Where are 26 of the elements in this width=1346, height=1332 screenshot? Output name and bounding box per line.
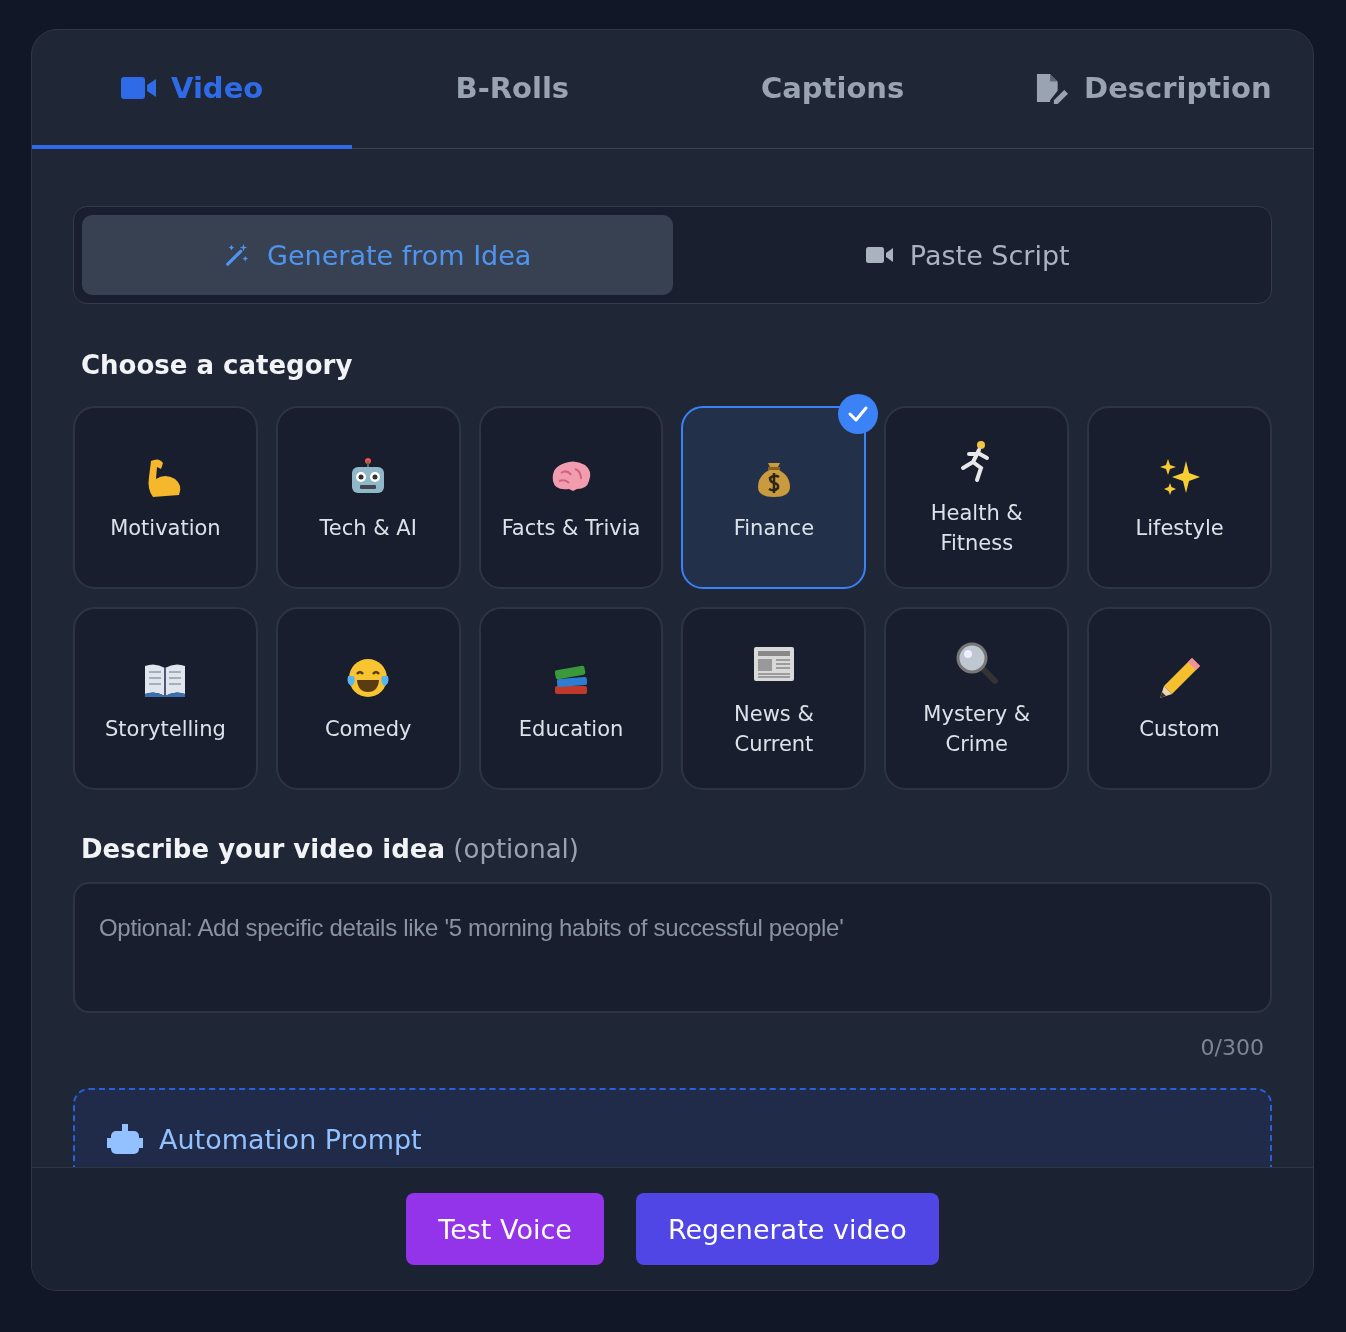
category-card[interactable]: Custom xyxy=(1087,607,1272,790)
category-card[interactable]: Motivation xyxy=(73,406,258,589)
regenerate-button[interactable]: Regenerate video xyxy=(635,1193,939,1265)
category-card[interactable]: Tech & AI xyxy=(275,406,461,589)
voice-button[interactable]: Test Voice xyxy=(406,1193,604,1265)
tab[interactable]: B-Rolls xyxy=(352,30,673,149)
robot-icon xyxy=(107,1124,143,1154)
category-card[interactable]: Health & Fitness xyxy=(884,406,1070,589)
idea-field[interactable]: Optional: Add specific details like '5 morning habits of successful people' xyxy=(73,882,1272,1013)
category-card[interactable]: Facts & Trivia xyxy=(478,406,664,589)
automation-title: Automation Prompt xyxy=(159,1124,422,1155)
category-card[interactable]: Mystery & Crime xyxy=(884,607,1070,790)
category-card[interactable]: Comedy xyxy=(275,607,461,790)
mode-tab[interactable]: Paste Script xyxy=(672,215,1263,295)
tab[interactable]: Description xyxy=(992,30,1313,149)
category-card[interactable]: Lifestyle xyxy=(1087,406,1272,589)
section-heading: Choose a category xyxy=(81,350,354,380)
category-card[interactable]: News & Current xyxy=(681,607,867,790)
tab[interactable]: Captions xyxy=(672,30,993,149)
character-counter: 0/300 xyxy=(1199,1035,1264,1060)
category-card[interactable]: Storytelling xyxy=(73,607,258,790)
category-card[interactable]: Education xyxy=(478,607,664,790)
category-card[interactable]: Finance xyxy=(681,406,867,589)
field-label: Describe your video idea (optional) xyxy=(81,834,580,864)
check-badge-icon xyxy=(838,394,879,434)
document-edit-icon xyxy=(1034,71,1071,104)
